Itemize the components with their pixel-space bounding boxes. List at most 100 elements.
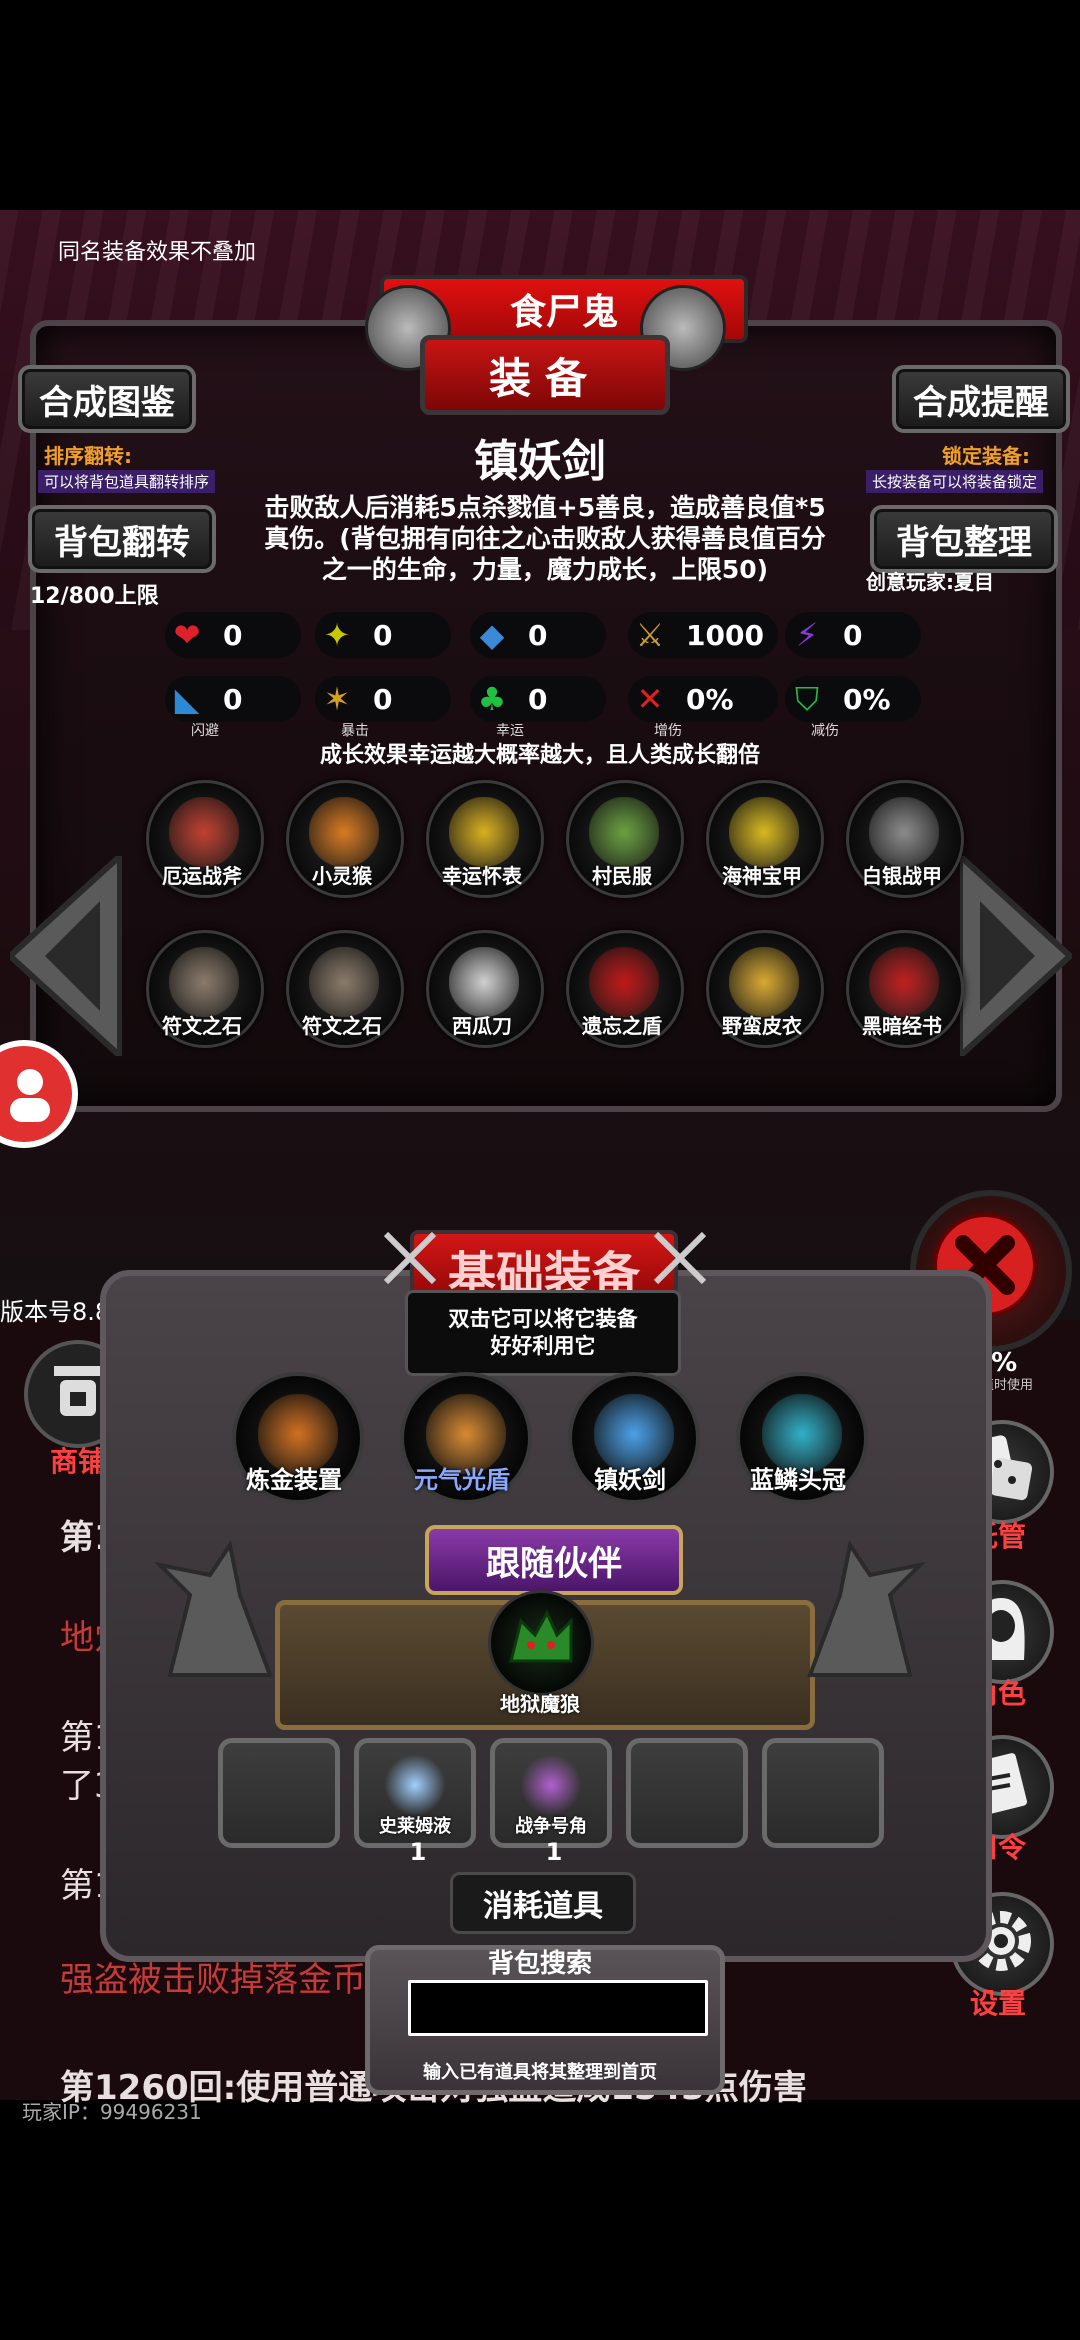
lock-label: 锁定装备: (942, 444, 1030, 468)
stat-tag: 减伤 (811, 723, 839, 739)
top-note: 同名装备效果不叠加 (58, 240, 257, 265)
damage-boost-icon: ✕ (636, 680, 664, 718)
item-description: 击败敌人后消耗5点杀戮值+5善良，造成善良值*5真伤。(背包拥有向往之心击败敌人… (264, 493, 826, 584)
inventory-item-label: 野蛮皮衣 (722, 1014, 802, 1038)
inventory-item-label: 村民服 (592, 864, 652, 888)
stat-value: 0 (223, 618, 243, 652)
stat-value: 0 (373, 618, 393, 652)
bag-capacity: 12/800上限 (30, 584, 159, 609)
consumable-count: 1 (409, 1838, 427, 1866)
consumable-slot[interactable] (762, 1738, 884, 1848)
equipped-item-label: 元气光盾 (414, 1466, 510, 1494)
settings-label: 设置 (969, 1987, 1026, 2020)
stat-pill: ⚔ 1000 (628, 612, 778, 658)
stat-tag: 暴击 (341, 723, 369, 739)
stat-value: 1000 (686, 618, 764, 652)
stat-tag: 闪避 (191, 723, 219, 739)
stat-value: 0% (843, 682, 891, 716)
equipped-item-label: 蓝鳞头冠 (750, 1466, 846, 1494)
user-icon (10, 1069, 50, 1122)
panel-title: 装备 (420, 335, 670, 415)
item-icon (869, 947, 939, 1017)
player-ip: 玩家IP：99496231 (22, 2100, 202, 2124)
synthesis-reminder-button[interactable]: 合成提醒 (892, 365, 1070, 433)
stat-pill: ✕ 0% (628, 676, 778, 722)
stat-pill: ◣ 0 (165, 676, 301, 722)
strength-icon: ✦ (323, 616, 351, 654)
consumable-label: 史莱姆液 (379, 1816, 451, 1837)
item-icon (589, 947, 659, 1017)
companion-slot[interactable] (488, 1590, 594, 1696)
stat-tag: 增伤 (654, 723, 682, 739)
equipped-item-label: 镇妖剑 (594, 1466, 666, 1494)
equip-hint-box: 双击它可以将它装备 好好利用它 (405, 1290, 681, 1376)
item-icon (589, 797, 659, 867)
consumable-count: 1 (545, 1838, 563, 1866)
stat-value: 0 (843, 618, 863, 652)
hell-wolf-icon (509, 1609, 573, 1663)
companion-name: 地狱魔狼 (500, 1692, 580, 1716)
item-name: 镇妖剑 (474, 436, 606, 487)
inventory-item-label: 小灵猴 (312, 864, 372, 888)
lock-sub: 长按装备可以将装备锁定 (866, 470, 1044, 493)
search-input[interactable] (408, 1980, 708, 2036)
item-icon (869, 797, 939, 867)
stat-pill: ❤ 0 (165, 612, 301, 658)
lightning-icon: ⚡ (795, 616, 819, 654)
consumables-plate: 消耗道具 (450, 1872, 636, 1934)
equipped-item-label: 炼金装置 (246, 1466, 342, 1494)
hint-line: 好好利用它 (490, 1334, 596, 1358)
stat-value: 0 (528, 618, 548, 652)
stat-pill: ⚡ 0 (785, 612, 921, 658)
sort-sub: 可以将背包道具翻转排序 (38, 470, 216, 493)
inventory-item-label: 厄运战斧 (162, 864, 242, 888)
stat-value: 0 (223, 682, 243, 716)
item-icon (729, 947, 799, 1017)
item-icon (169, 797, 239, 867)
creator-credit: 创意玩家:夏目 (866, 570, 994, 594)
search-label: 背包搜索 (487, 1949, 592, 1979)
clover-icon: ♣ (477, 680, 507, 718)
bag-organize-button[interactable]: 背包整理 (870, 505, 1058, 573)
stat-pill: ⛉ 0% (785, 676, 921, 722)
inventory-item-label: 幸运怀表 (442, 864, 522, 888)
shop-icon (54, 1366, 102, 1416)
stat-pill: ✦ 0 (315, 612, 451, 658)
hint-line: 双击它可以将它装备 (448, 1307, 638, 1331)
heart-icon: ❤ (173, 616, 201, 654)
item-icon (309, 947, 379, 1017)
synthesis-guide-button[interactable]: 合成图鉴 (18, 365, 196, 433)
sort-label: 排序翻转: (44, 444, 132, 468)
companion-banner: 跟随伙伴 (425, 1525, 683, 1595)
dodge-icon: ◣ (174, 680, 200, 718)
inventory-item-label: 西瓜刀 (452, 1014, 512, 1038)
prev-page-arrow-icon[interactable] (10, 856, 122, 1056)
item-icon (309, 797, 379, 867)
consumable-slot[interactable] (218, 1738, 340, 1848)
item-icon (729, 797, 799, 867)
right-dragon-icon (807, 1539, 927, 1677)
sword-icon: ⚔ (635, 616, 665, 654)
item-icon (449, 947, 519, 1017)
consumable-slot[interactable] (626, 1738, 748, 1848)
stat-pill: ✶ 0 (315, 676, 451, 722)
stat-value: 0% (686, 682, 734, 716)
inventory-item-label: 遗忘之盾 (582, 1014, 662, 1038)
crossed-swords-right-icon (653, 1231, 707, 1285)
stat-value: 0 (373, 682, 393, 716)
stat-pill: ♣ 0 (470, 676, 606, 722)
search-hint: 输入已有道具将其整理到首页 (423, 2062, 657, 2083)
item-icon (449, 797, 519, 867)
left-dragon-icon (153, 1539, 273, 1677)
shield-reduce-icon: ⛉ (794, 679, 819, 718)
stat-pill: ◆ 0 (470, 612, 606, 658)
crossed-swords-left-icon (383, 1231, 437, 1285)
inventory-item-label: 黑暗经书 (862, 1014, 942, 1038)
item-icon (169, 947, 239, 1017)
inventory-item-label: 海神宝甲 (722, 864, 802, 888)
bag-flip-button[interactable]: 背包翻转 (28, 505, 216, 573)
magic-helmet-icon: ◆ (479, 616, 505, 654)
growth-note: 成长效果幸运越大概率越大，且人类成长翻倍 (319, 743, 760, 768)
consumable-icon (385, 1755, 445, 1815)
inventory-item-label: 符文之石 (162, 1014, 242, 1038)
